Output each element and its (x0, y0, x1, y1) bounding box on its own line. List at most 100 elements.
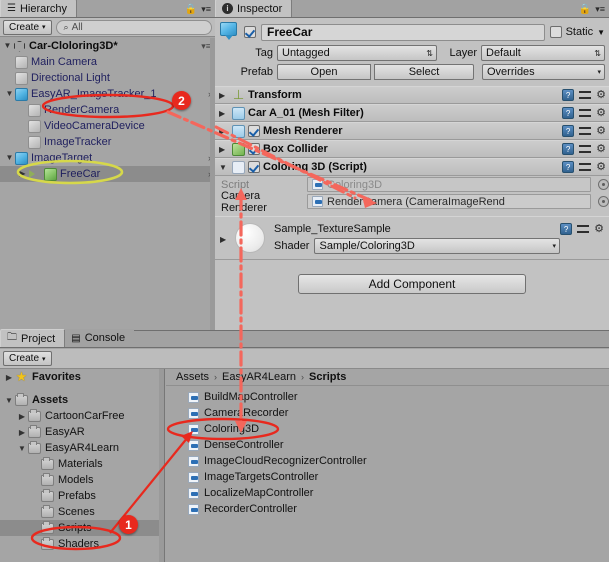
project-tree-item-scripts[interactable]: Scripts (0, 520, 164, 536)
asset-item-imagecloudrecognizercontroller[interactable]: ImageCloudRecognizerController (166, 453, 609, 469)
twisty-icon[interactable]: ▼ (219, 163, 229, 172)
lock-icon[interactable]: 🔒 (579, 4, 591, 15)
object-picker-icon[interactable] (598, 179, 609, 190)
hierarchy-tree[interactable]: ▼ Car-Cloloring3D* ▾≡ Main Camera Directi… (0, 38, 215, 330)
help-icon[interactable]: ? (562, 89, 575, 101)
object-reference-field[interactable]: Coloring3D (307, 177, 591, 192)
breadcrumb-item[interactable]: Assets (176, 371, 209, 383)
lock-icon[interactable]: 🔒 (185, 4, 197, 15)
chevron-down-icon[interactable]: ▼ (597, 28, 605, 37)
gear-icon[interactable]: ⚙ (596, 161, 606, 173)
tab-console[interactable]: ▤ Console (65, 329, 135, 347)
hierarchy-item-directional-light[interactable]: Directional Light (0, 70, 215, 86)
gear-icon[interactable]: ⚙ (596, 89, 606, 101)
prefab-overrides-dropdown[interactable]: Overrides ▾ (482, 64, 605, 80)
asset-item-coloring3d[interactable]: Coloring3D (166, 421, 609, 437)
panel-menu-icon[interactable]: ▾≡ (201, 4, 211, 15)
twisty-icon[interactable]: ▼ (3, 396, 15, 405)
preset-icon[interactable] (577, 223, 590, 235)
hierarchy-item-main-camera[interactable]: Main Camera (0, 54, 215, 70)
asset-item-recordercontroller[interactable]: RecorderController (166, 501, 609, 517)
help-icon[interactable]: ? (562, 107, 575, 119)
layer-dropdown[interactable]: Default ⇅ (481, 45, 605, 61)
gear-icon[interactable]: ⚙ (596, 107, 606, 119)
preset-icon[interactable] (579, 125, 592, 137)
tab-hierarchy[interactable]: ☰ Hierarchy (0, 0, 78, 17)
project-create-button[interactable]: Create ▾ (3, 351, 52, 366)
tab-project[interactable]: 🗀 Project (0, 329, 66, 347)
shader-dropdown[interactable]: Sample/Coloring3D ▾ (314, 237, 560, 254)
twisty-icon[interactable]: ▼ (4, 90, 15, 98)
twisty-icon[interactable]: ▶ (17, 170, 28, 178)
static-toggle[interactable]: Static ▼ (549, 26, 605, 38)
twisty-icon[interactable]: ▶ (16, 412, 28, 421)
gear-icon[interactable]: ⚙ (594, 223, 604, 235)
add-component-button[interactable]: Add Component (298, 274, 526, 294)
hierarchy-search-input[interactable]: ⌕ All (55, 19, 212, 35)
component-row-transform[interactable]: ▶ ⊥ Transform? ⚙ (215, 86, 609, 104)
object-reference-field[interactable]: RenderCamera (CameraImageRend (307, 194, 591, 209)
project-tree-item-easyar4learn[interactable]: ▼ EasyAR4Learn (0, 440, 164, 456)
hierarchy-item-imagetarget[interactable]: ▼ImageTarget› (0, 150, 215, 166)
component-enabled-checkbox[interactable] (248, 125, 260, 137)
hierarchy-scene-row[interactable]: ▼ Car-Cloloring3D* ▾≡ (0, 38, 215, 54)
asset-item-localizemapcontroller[interactable]: LocalizeMapController (166, 485, 609, 501)
asset-item-camerarecorder[interactable]: CameraRecorder (166, 405, 609, 421)
component-row-car-a-01-mesh-filter-[interactable]: ▶ Car A_01 (Mesh Filter)? ⚙ (215, 104, 609, 122)
twisty-icon[interactable]: ▶ (16, 428, 28, 437)
breadcrumb-item[interactable]: EasyAR4Learn (222, 371, 296, 383)
twisty-icon[interactable]: ▶ (219, 109, 229, 118)
twisty-icon[interactable]: ▶ (3, 373, 15, 382)
project-tree-item-materials[interactable]: Materials (0, 456, 164, 472)
gear-icon[interactable]: ⚙ (596, 125, 606, 137)
twisty-icon[interactable]: ▼ (4, 154, 15, 162)
component-row-coloring-3d-script-[interactable]: ▼ Coloring 3D (Script)? ⚙ (215, 158, 609, 176)
project-tree-item-favorites[interactable]: ▶ ★ Favorites (0, 369, 164, 385)
project-folder-tree[interactable]: ▶ ★ Favorites ▼ Assets ▶ CartoonCarFree ▶ EasyAR… (0, 369, 165, 562)
static-checkbox[interactable] (549, 26, 562, 38)
project-tree-item-easyar[interactable]: ▶ EasyAR (0, 424, 164, 440)
twisty-icon[interactable]: ▶ (219, 145, 229, 154)
twisty-icon[interactable]: ▶ (219, 91, 229, 100)
asset-item-imagetargetscontroller[interactable]: ImageTargetsController (166, 469, 609, 485)
hierarchy-create-button[interactable]: Create ▾ (3, 19, 52, 35)
preset-icon[interactable] (579, 161, 592, 173)
component-enabled-checkbox[interactable] (248, 161, 260, 173)
preset-icon[interactable] (579, 143, 592, 155)
project-tree-item-cartooncarfree[interactable]: ▶ CartoonCarFree (0, 408, 164, 424)
twisty-icon[interactable]: ▼ (16, 444, 28, 453)
hierarchy-item-freecar[interactable]: ▶FreeCar› (0, 166, 215, 182)
project-tree-item-assets[interactable]: ▼ Assets (0, 392, 164, 408)
breadcrumb-item[interactable]: Scripts (309, 371, 346, 383)
hierarchy-item-imagetracker[interactable]: ImageTracker (0, 134, 215, 150)
material-twisty-icon[interactable]: ▶ (220, 235, 226, 244)
gear-icon[interactable]: ⚙ (596, 143, 606, 155)
scene-twisty-icon[interactable]: ▼ (2, 42, 13, 50)
help-icon[interactable]: ? (560, 223, 573, 235)
component-row-mesh-renderer[interactable]: ▶ Mesh Renderer? ⚙ (215, 122, 609, 140)
project-tree-item-models[interactable]: Models (0, 472, 164, 488)
asset-item-buildmapcontroller[interactable]: BuildMapController (166, 389, 609, 405)
prefab-select-button[interactable]: Select (374, 64, 474, 80)
object-picker-icon[interactable] (598, 196, 609, 207)
tab-inspector[interactable]: i Inspector (215, 0, 293, 17)
project-tree-item-scenes[interactable]: Scenes (0, 504, 164, 520)
help-icon[interactable]: ? (562, 143, 575, 155)
component-row-box-collider[interactable]: ▶ Box Collider? ⚙ (215, 140, 609, 158)
preset-icon[interactable] (579, 107, 592, 119)
object-enabled-checkbox[interactable] (244, 26, 256, 38)
project-tree-item-shaders[interactable]: Shaders (0, 536, 164, 552)
preset-icon[interactable] (579, 89, 592, 101)
asset-item-densecontroller[interactable]: DenseController (166, 437, 609, 453)
component-enabled-checkbox[interactable] (248, 143, 260, 155)
project-tree-scrollbar[interactable] (159, 369, 164, 562)
object-name-field[interactable]: FreeCar (261, 23, 545, 41)
prefab-open-button[interactable]: Open (277, 64, 371, 80)
help-icon[interactable]: ? (562, 161, 575, 173)
project-tree-item-prefabs[interactable]: Prefabs (0, 488, 164, 504)
panel-menu-icon[interactable]: ▾≡ (595, 4, 605, 15)
twisty-icon[interactable]: ▶ (219, 127, 229, 136)
tag-dropdown[interactable]: Untagged ⇅ (277, 45, 437, 61)
asset-list[interactable]: BuildMapController CameraRecorder Coloring… (166, 386, 609, 517)
help-icon[interactable]: ? (562, 125, 575, 137)
